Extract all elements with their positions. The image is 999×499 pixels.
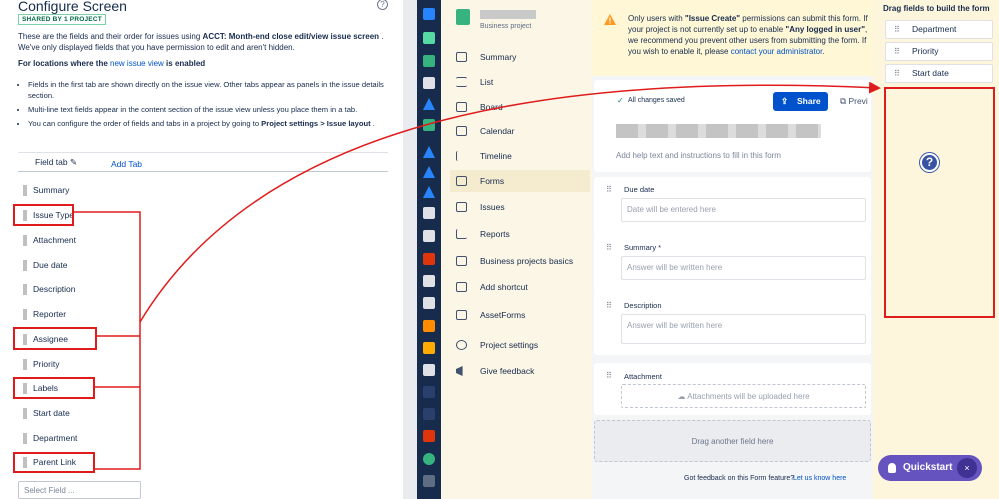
bracket-line	[74, 211, 141, 470]
annotation-arrows	[74, 81, 881, 470]
curved-arrow	[139, 81, 881, 323]
